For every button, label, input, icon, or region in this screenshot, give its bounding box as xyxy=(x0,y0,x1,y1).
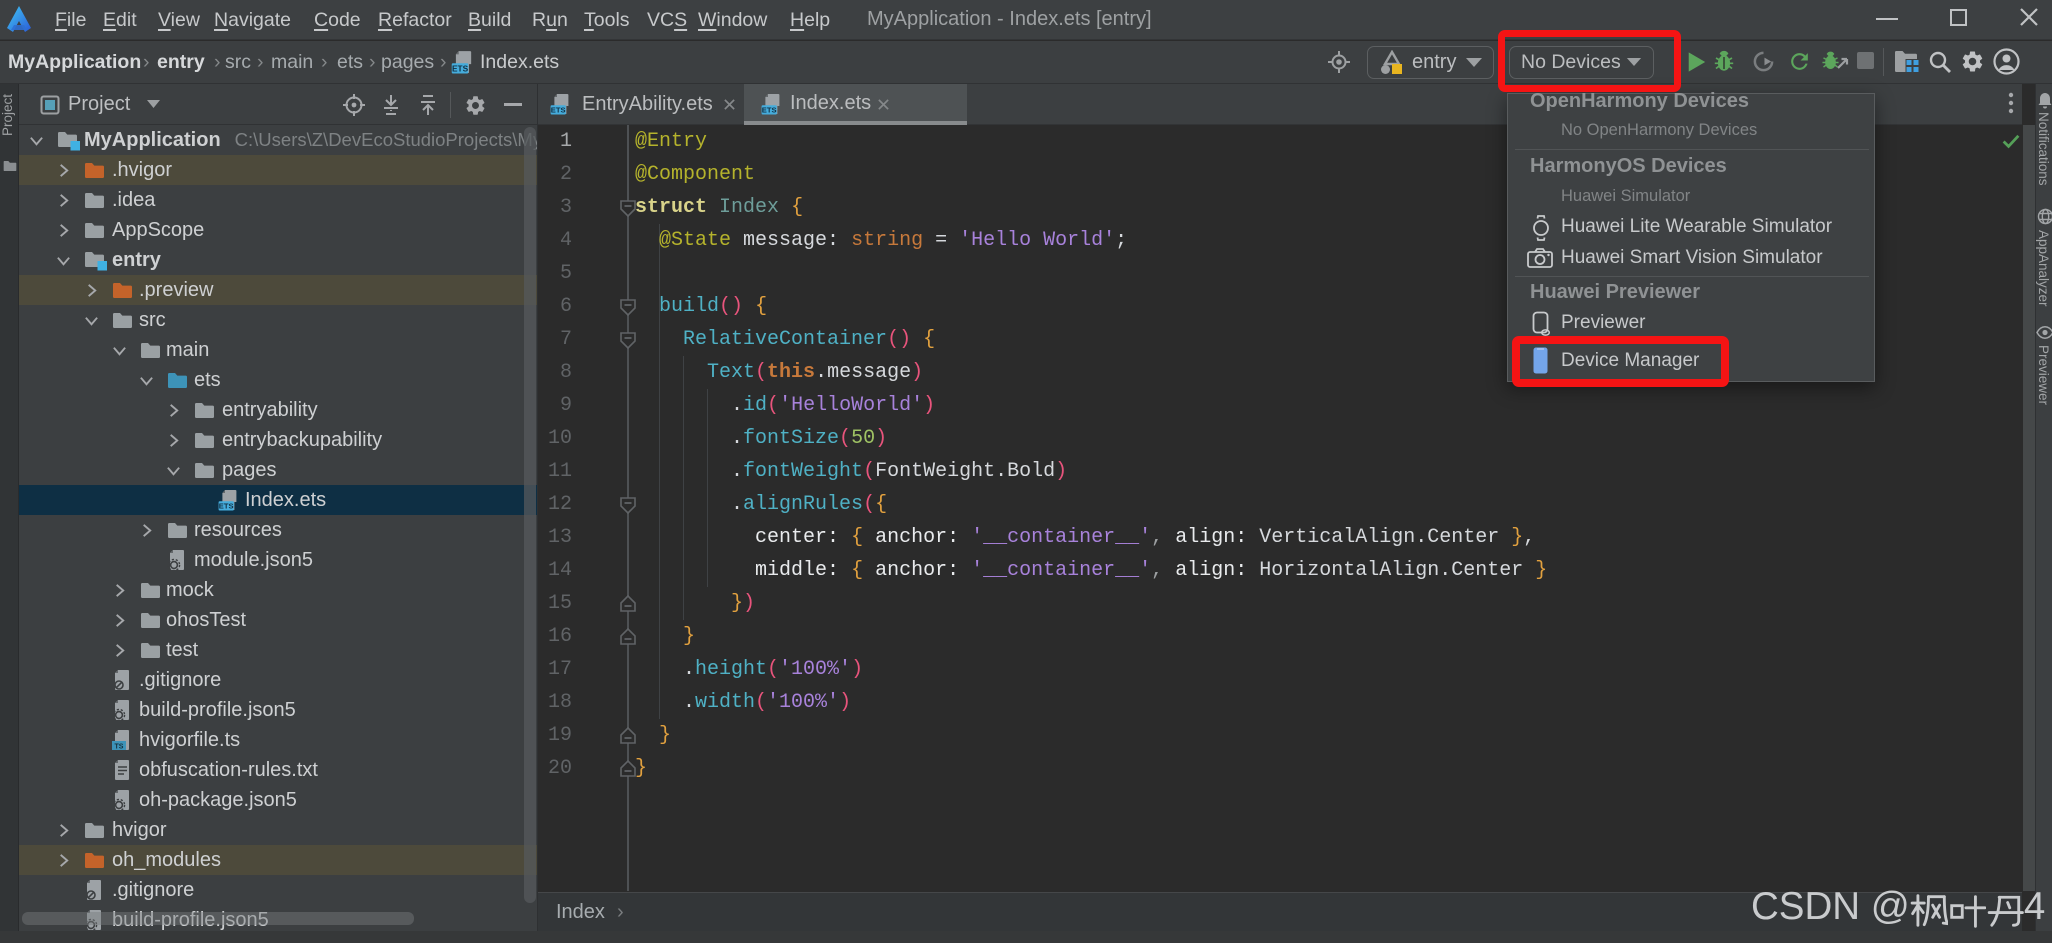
svg-text:TS: TS xyxy=(115,744,124,751)
